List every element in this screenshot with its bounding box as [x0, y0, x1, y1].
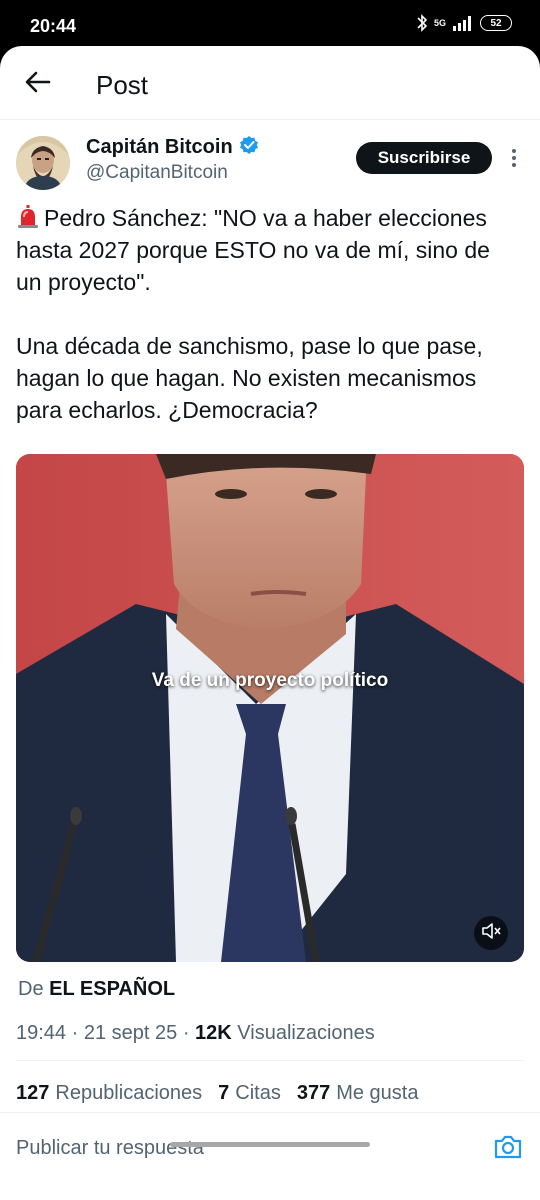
status-time: 20:44 — [30, 16, 77, 36]
arrow-left-icon — [25, 71, 51, 98]
camera-icon — [492, 1135, 524, 1167]
quotes-stat[interactable]: 7 Citas — [218, 1082, 281, 1105]
bluetooth-icon — [416, 14, 428, 32]
more-vertical-icon — [504, 149, 524, 174]
author-name-row[interactable]: Capitán Bitcoin — [86, 135, 259, 160]
more-options-button[interactable] — [504, 146, 524, 170]
subscribe-button[interactable]: Suscribirse — [356, 142, 492, 174]
mute-button[interactable] — [474, 916, 508, 950]
status-icons: 5G 52 — [416, 14, 512, 32]
tweet-text: Pedro Sánchez: "NO va a haber elecciones… — [16, 202, 516, 458]
camera-button[interactable] — [492, 1131, 524, 1163]
battery-icon: 52 — [480, 15, 512, 31]
divider — [16, 1060, 524, 1061]
avatar[interactable] — [16, 136, 70, 190]
post-date[interactable]: 21 sept 25 — [84, 1022, 177, 1044]
post-time[interactable]: 19:44 — [16, 1022, 66, 1044]
likes-label: Me gusta — [336, 1082, 419, 1104]
video-player[interactable]: Va de un proyecto político — [16, 454, 524, 962]
reposts-count: 127 — [16, 1082, 50, 1104]
tweet-paragraph-2: Una década de sanchismo, pase lo que pas… — [16, 333, 483, 423]
reposts-label: Republicaciones — [55, 1082, 203, 1104]
engagement-stats: 127 Republicaciones 7 Citas 377 Me gusta — [16, 1082, 418, 1105]
meta-separator: · — [66, 1022, 84, 1044]
quotes-count: 7 — [218, 1082, 230, 1104]
home-indicator[interactable] — [170, 1142, 370, 1147]
verified-badge-icon — [239, 135, 259, 160]
top-bar: Post — [0, 46, 540, 120]
post-meta: 19:44 · 21 sept 25 · 12K Visualizaciones — [16, 1022, 375, 1045]
status-bar: 20:44 5G 52 — [0, 0, 540, 46]
likes-stat[interactable]: 377 Me gusta — [297, 1082, 419, 1105]
source-attribution: De EL ESPAÑOL — [18, 978, 175, 1001]
page-title: Post — [96, 70, 149, 100]
rotating-light-icon — [16, 205, 40, 229]
back-button[interactable] — [18, 64, 58, 104]
reply-input[interactable]: Publicar tu respuesta — [16, 1137, 204, 1160]
tweet-paragraph-1-text: Pedro Sánchez: "NO va a haber elecciones… — [16, 205, 490, 295]
author-handle[interactable]: @CapitanBitcoin — [86, 162, 228, 184]
views-label: Visualizaciones — [231, 1022, 375, 1044]
signal-icon — [452, 15, 474, 31]
video-frame — [16, 454, 524, 962]
volume-muted-icon — [481, 922, 501, 945]
network-label: 5G — [433, 18, 446, 28]
post-screen: Post Capitán Bitcoin @CapitanBitcoin Sus… — [0, 46, 540, 1200]
video-caption: Va de un proyecto político — [151, 670, 389, 691]
quotes-label: Citas — [235, 1082, 281, 1104]
author-name[interactable]: Capitán Bitcoin — [86, 136, 233, 159]
reposts-stat[interactable]: 127 Republicaciones — [16, 1082, 202, 1105]
source-link[interactable]: EL ESPAÑOL — [49, 978, 175, 1000]
tweet-paragraph-1: Pedro Sánchez: "NO va a haber elecciones… — [16, 202, 516, 298]
likes-count: 377 — [296, 1082, 331, 1104]
source-prefix: De — [18, 978, 44, 1000]
meta-separator: · — [177, 1022, 196, 1044]
views-count: 12K — [195, 1022, 232, 1044]
